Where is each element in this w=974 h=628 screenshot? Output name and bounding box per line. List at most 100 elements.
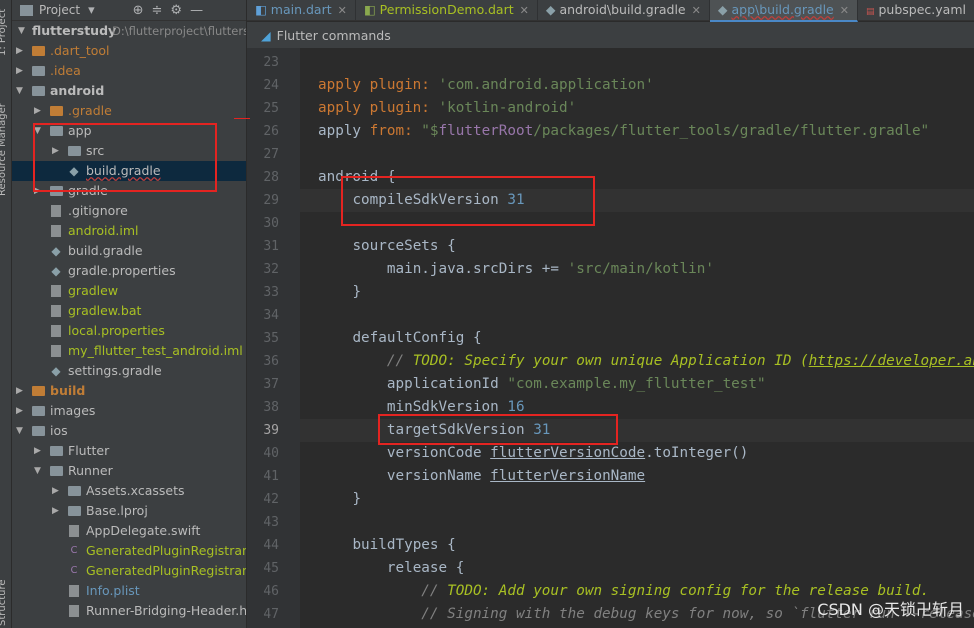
tree-item-label: .gitignore: [68, 203, 128, 218]
tree-item-flutter[interactable]: ▶ Flutter: [12, 441, 246, 461]
chevron-right-icon[interactable]: ▶: [16, 381, 23, 401]
highlight-box-app-build-gradle: [33, 123, 217, 192]
tree-item-settings-gradle[interactable]: ◆ settings.gradle: [12, 361, 246, 381]
line-number: 27: [263, 147, 279, 162]
tree-item-assets[interactable]: ▶ Assets.xcassets: [12, 481, 246, 501]
tree-root[interactable]: ▼ flutterstudy D:\flutterproject\flutter…: [12, 21, 246, 41]
code-token: "com.example.my_fllutter_test": [507, 376, 766, 392]
chevron-right-icon[interactable]: ▶: [52, 501, 59, 521]
highlight-box-target-sdk: [378, 414, 618, 445]
tree-item-base-lproj[interactable]: ▶ Base.lproj: [12, 501, 246, 521]
tree-item-gradlew-bat[interactable]: gradlew.bat: [12, 301, 246, 321]
file-icon: [48, 221, 64, 241]
banner-text[interactable]: Flutter commands: [277, 28, 391, 43]
project-view-selector[interactable]: Project: [39, 3, 80, 17]
chevron-right-icon[interactable]: ▶: [16, 61, 23, 81]
tree-item-registrant-h[interactable]: C GeneratedPluginRegistrant.h: [12, 541, 247, 561]
tree-item-gradle-properties[interactable]: ◆ gradle.properties: [12, 261, 246, 281]
tool-window-strip: 1: Project Resource Manager Structure: [0, 0, 12, 628]
flutter-commands-banner: ◢ Flutter commands: [247, 22, 974, 48]
tree-item-info-plist[interactable]: Info.plist: [12, 581, 246, 601]
folder-icon: [30, 401, 46, 421]
code-token: }: [352, 491, 362, 507]
code-link[interactable]: https://developer.android.com/studio/bui…: [809, 353, 974, 369]
code-token: from:: [369, 123, 413, 139]
tab-app-build-gradle[interactable]: ◆ app\build.gradle ✕: [709, 0, 858, 22]
tab-label: PermissionDemo.dart: [379, 2, 514, 17]
line-number: 43: [263, 515, 279, 530]
line-number: 40: [263, 446, 279, 461]
collapse-icon[interactable]: ≑: [152, 3, 163, 18]
folder-icon: [66, 481, 82, 501]
line-number: 30: [263, 216, 279, 231]
close-icon[interactable]: ✕: [692, 4, 701, 17]
close-icon[interactable]: ✕: [338, 4, 347, 17]
tree-item-android[interactable]: ▼ android: [12, 81, 246, 101]
code-token: }: [352, 284, 362, 300]
code-token: //: [421, 583, 448, 599]
hide-icon[interactable]: —: [190, 3, 203, 18]
code-token: versionCode: [386, 445, 491, 461]
annotation-line: [234, 118, 250, 119]
code-line-45: release {: [318, 557, 464, 580]
tree-item-appdelegate[interactable]: AppDelegate.swift: [12, 521, 246, 541]
locate-icon[interactable]: ⊕: [133, 3, 144, 18]
tree-item-build[interactable]: ▶ build: [12, 381, 246, 401]
chevron-down-icon[interactable]: ▼: [16, 421, 23, 441]
tree-item-gradlew[interactable]: gradlew: [12, 281, 246, 301]
root-name: flutterstudy: [32, 23, 117, 38]
code-editor[interactable]: apply plugin: 'com.android.application' …: [300, 48, 974, 628]
highlight-box-compile-sdk: [341, 176, 595, 226]
chevron-down-icon[interactable]: ▼: [34, 461, 41, 481]
tree-item-images[interactable]: ▶ images: [12, 401, 246, 421]
tree-item-label: .idea: [50, 63, 81, 78]
folder-icon: [30, 421, 46, 441]
chevron-right-icon[interactable]: ▶: [16, 41, 23, 61]
tree-item-android-iml-2[interactable]: my_fllutter_test_android.iml: [12, 341, 246, 361]
gradle-elephant-icon: ◆: [51, 244, 61, 258]
line-number: 39: [263, 423, 279, 438]
tree-item-local-properties[interactable]: local.properties: [12, 321, 246, 341]
tree-item-label: Base.lproj: [86, 503, 148, 518]
tree-item-ios[interactable]: ▼ ios: [12, 421, 246, 441]
tree-item-label: gradlew.bat: [68, 303, 142, 318]
gear-icon[interactable]: ⚙: [170, 3, 182, 18]
chevron-right-icon[interactable]: ▶: [16, 401, 23, 421]
tree-item-registrant-m[interactable]: C GeneratedPluginRegistrant.m: [12, 561, 247, 581]
folder-icon: [48, 461, 64, 481]
tree-item-label: .gradle: [68, 103, 112, 118]
tree-item-idea[interactable]: ▶ .idea: [12, 61, 246, 81]
tab-label: app\build.gradle: [731, 2, 834, 17]
structure-tool-tab[interactable]: Structure: [0, 579, 8, 626]
close-icon[interactable]: ✕: [840, 4, 849, 17]
tree-item-label: images: [50, 403, 96, 418]
tab-pubspec-yaml[interactable]: ▤ pubspec.yaml: [858, 0, 974, 20]
tree-item-gitignore[interactable]: .gitignore: [12, 201, 246, 221]
tree-item-dart-tool[interactable]: ▶ .dart_tool: [12, 41, 246, 61]
line-number: 47: [263, 607, 279, 622]
line-number-gutter: 23 24 25 26 27 28 29 30 31 32 33 34 35 3…: [247, 48, 300, 628]
tree-item-bridging-header[interactable]: Runner-Bridging-Header.h: [12, 601, 246, 621]
tree-item-label: ios: [50, 423, 68, 438]
tree-item-gradle-dir[interactable]: ▶ .gradle: [12, 101, 246, 121]
folder-icon: [30, 381, 46, 401]
tab-permission-demo[interactable]: ◧ PermissionDemo.dart ✕: [356, 0, 538, 20]
tree-item-runner[interactable]: ▼ Runner: [12, 461, 246, 481]
resource-manager-tool-tab[interactable]: Resource Manager: [0, 103, 8, 196]
project-tool-tab[interactable]: 1: Project: [0, 9, 8, 56]
tree-item-label: local.properties: [68, 323, 165, 338]
chevron-right-icon[interactable]: ▶: [34, 101, 41, 121]
chevron-right-icon[interactable]: ▶: [52, 481, 59, 501]
chevron-right-icon[interactable]: ▶: [34, 441, 41, 461]
tab-main-dart[interactable]: ◧ main.dart ✕: [247, 0, 356, 20]
dart-file-icon: ◧: [255, 2, 267, 17]
tab-android-build-gradle[interactable]: ◆ android\build.gradle ✕: [538, 0, 710, 20]
tree-item-android-iml[interactable]: android.iml: [12, 221, 246, 241]
chevron-down-icon[interactable]: ▼: [18, 21, 25, 41]
close-icon[interactable]: ✕: [520, 4, 529, 17]
code-token: defaultConfig {: [352, 330, 482, 346]
view-dropdown-icon[interactable]: ▾: [88, 3, 95, 18]
chevron-down-icon[interactable]: ▼: [16, 81, 23, 101]
code-token: release {: [386, 560, 465, 576]
tree-item-build-gradle[interactable]: ◆ build.gradle: [12, 241, 246, 261]
